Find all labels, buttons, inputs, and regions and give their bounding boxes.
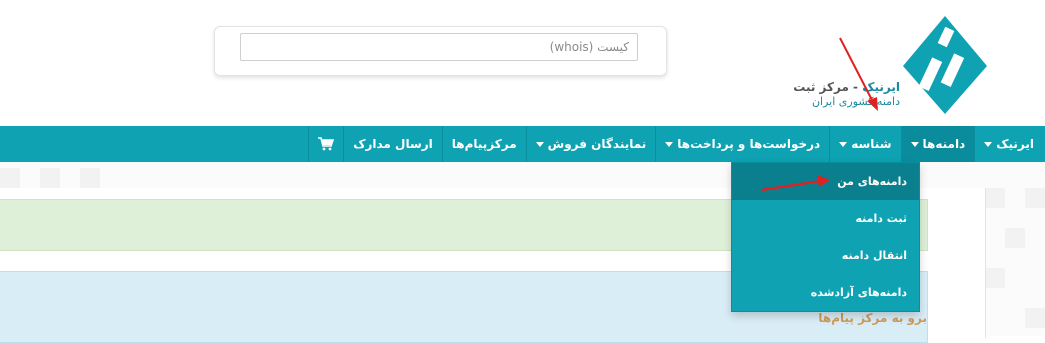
caret-down-icon bbox=[984, 141, 993, 147]
nav-item-irnic[interactable]: ایرنیک bbox=[974, 126, 1043, 162]
nav-item-label: شناسه bbox=[851, 137, 892, 151]
nav-item-domains[interactable]: دامنه‌ها bbox=[900, 126, 975, 162]
bg-tile bbox=[1025, 188, 1045, 208]
whois-search-input[interactable] bbox=[240, 33, 638, 61]
brand-text: ایرنیک - مرکز ثبت دامنه کشوری ایران bbox=[780, 80, 900, 109]
brand-tagline: مرکز ثبت bbox=[793, 80, 849, 94]
caret-down-icon bbox=[665, 141, 674, 147]
site-header: ایرنیک - مرکز ثبت دامنه کشوری ایران bbox=[0, 0, 1045, 126]
irnic-logo-icon[interactable] bbox=[895, 14, 987, 114]
menu-item-my-domains[interactable]: دامنه‌های من bbox=[732, 163, 919, 200]
caret-down-icon bbox=[910, 141, 919, 147]
bg-tile bbox=[1025, 308, 1045, 328]
nav-item-label: مرکزپیام‌ها bbox=[451, 137, 517, 151]
menu-item-register-domain[interactable]: ثبت دامنه bbox=[732, 200, 919, 237]
nav-item-identifier[interactable]: شناسه bbox=[829, 126, 900, 162]
nav-item-label: ارسال مدارک bbox=[353, 137, 433, 151]
nav-item-cart[interactable] bbox=[308, 126, 343, 162]
bg-tile bbox=[40, 168, 60, 188]
message-center-link[interactable]: برو به مرکز پیام‌ها bbox=[818, 311, 927, 325]
menu-item-released-domains[interactable]: دامنه‌های آزادشده bbox=[732, 274, 919, 311]
bg-tile bbox=[985, 188, 1005, 208]
nav-item-send-documents[interactable]: ارسال مدارک bbox=[343, 126, 442, 162]
nav-item-label: ایرنیک bbox=[996, 137, 1034, 151]
nav-item-label: نمایندگان فروش bbox=[547, 137, 647, 151]
brand-separator: - bbox=[848, 80, 863, 94]
brand-name: ایرنیک bbox=[862, 80, 900, 94]
shopping-cart-icon bbox=[318, 137, 335, 151]
domains-dropdown-menu: دامنه‌های من ثبت دامنه انتقال دامنه دامن… bbox=[731, 162, 920, 312]
bg-tile bbox=[80, 168, 100, 188]
brand-subtitle: دامنه کشوری ایران bbox=[811, 95, 900, 108]
whois-search-box bbox=[214, 26, 667, 76]
caret-down-icon bbox=[839, 141, 848, 147]
brand-title: ایرنیک - مرکز ثبت bbox=[780, 80, 900, 95]
nav-item-sales-agents[interactable]: نمایندگان فروش bbox=[525, 126, 656, 162]
bg-tile bbox=[0, 168, 20, 188]
bg-tile bbox=[985, 268, 1005, 288]
nav-item-label: دامنه‌ها bbox=[922, 137, 966, 151]
menu-item-transfer-domain[interactable]: انتقال دامنه bbox=[732, 237, 919, 274]
main-navbar: ایرنیک دامنه‌ها شناسه درخواست‌ها و پرداخ… bbox=[0, 126, 1045, 162]
bg-tile bbox=[1005, 228, 1025, 248]
nav-item-requests-payments[interactable]: درخواست‌ها و پرداخت‌ها bbox=[655, 126, 829, 162]
nav-item-label: درخواست‌ها و پرداخت‌ها bbox=[677, 137, 821, 151]
caret-down-icon bbox=[535, 141, 544, 147]
nav-item-message-center[interactable]: مرکزپیام‌ها bbox=[441, 126, 526, 162]
